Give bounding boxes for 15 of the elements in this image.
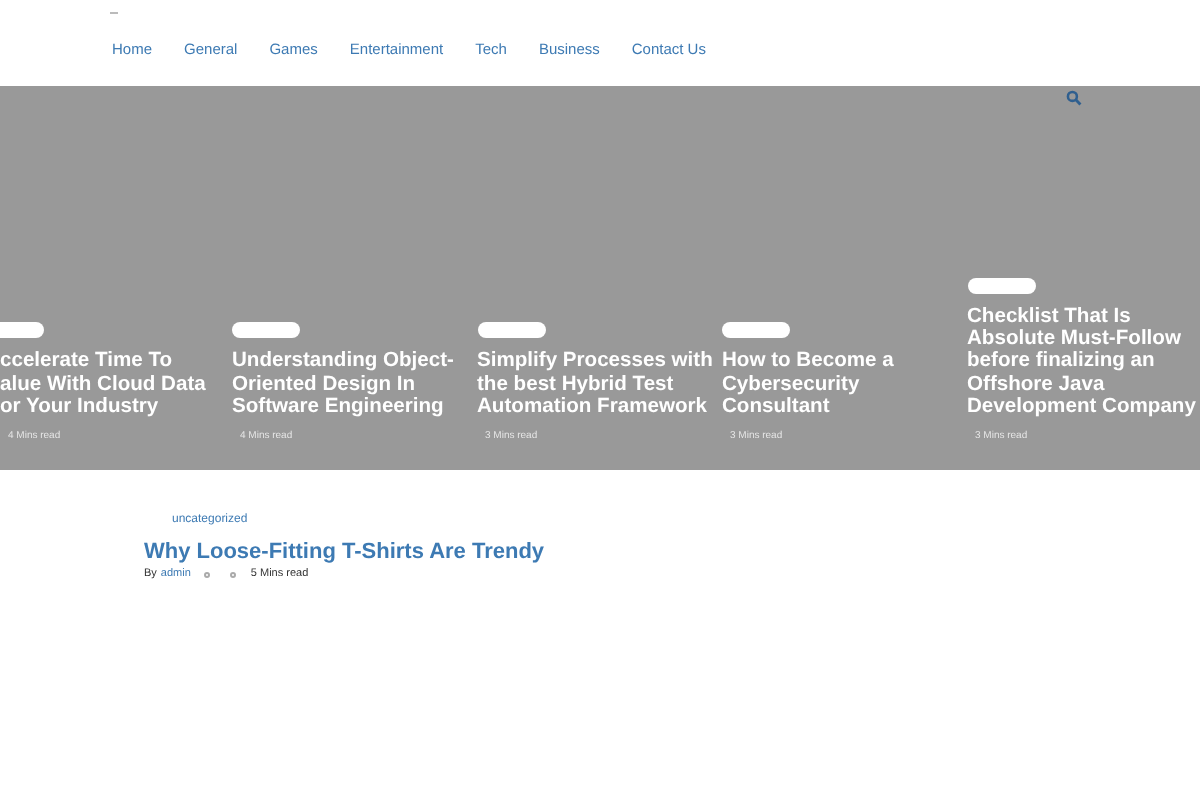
slide-title[interactable]: Understanding Object- Oriented Design In Software Engineering — [232, 350, 473, 418]
category-pill[interactable] — [722, 322, 790, 339]
separator-icon — [230, 571, 237, 577]
search-icon[interactable] — [1066, 90, 1082, 106]
category-pill[interactable] — [967, 277, 1035, 294]
slide-title[interactable]: ccelerate Time To alue With Cloud Data or Your Industry — [0, 350, 228, 418]
slide-title[interactable]: How to Become a Cybersecurity Consultant — [722, 350, 963, 418]
separator-icon — [204, 571, 211, 577]
category-pill[interactable] — [0, 322, 44, 339]
slide-title[interactable]: Checklist That Is Absolute Must-Follow before finalizing an Offshore Java Development Company — [967, 305, 1200, 418]
slide-title[interactable]: Simplify Processes with the best Hybrid Test Automation Framework — [477, 350, 718, 418]
category-pill[interactable] — [477, 322, 545, 339]
logo-mark — [110, 12, 118, 14]
category-pill[interactable] — [232, 322, 300, 339]
post-title[interactable]: Why Loose-Fitting T-Shirts Are Trendy — [144, 538, 1200, 566]
